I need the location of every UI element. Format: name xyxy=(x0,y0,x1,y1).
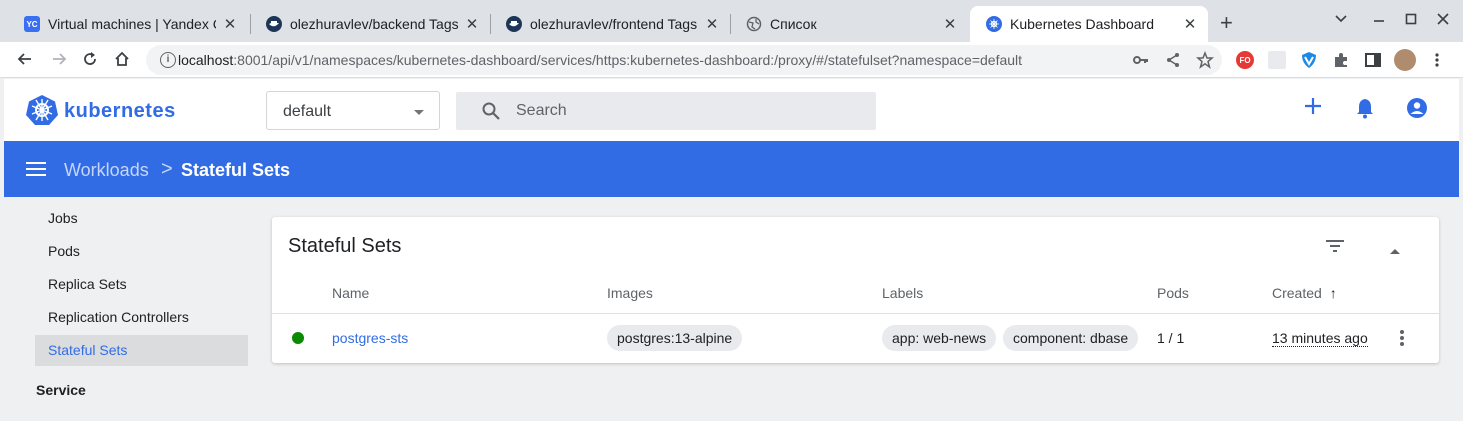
minimize-icon[interactable] xyxy=(1372,12,1386,30)
browser-tab-list[interactable]: Список ✕ xyxy=(730,6,968,42)
created-time: 13 minutes ago xyxy=(1272,330,1368,347)
toolbar-breadcrumb: Workloads > Stateful Sets xyxy=(4,141,1459,197)
star-icon[interactable] xyxy=(1196,50,1214,73)
table-divider xyxy=(272,313,1439,314)
label-chip: component: dbase xyxy=(1003,325,1139,351)
sidebar-item-replication-controllers[interactable]: Replication Controllers xyxy=(35,302,248,333)
browser-tab-backend[interactable]: olezhuravlev/backend Tags | ✕ xyxy=(250,6,490,42)
close-icon[interactable]: ✕ xyxy=(942,15,958,33)
puzzle-icon[interactable] xyxy=(1332,51,1350,69)
extension-badge: FO xyxy=(1239,55,1251,65)
info-icon[interactable]: i xyxy=(160,52,176,68)
chevron-down-icon[interactable] xyxy=(1334,12,1348,30)
statefulset-name-link[interactable]: postgres-sts xyxy=(332,330,408,346)
browser-tab-yandex[interactable]: YC Virtual machines | Yandex Co ✕ xyxy=(8,6,248,42)
search-input[interactable] xyxy=(516,92,856,130)
reload-icon[interactable] xyxy=(81,50,99,72)
close-icon[interactable]: ✕ xyxy=(1182,15,1198,33)
image-chip: postgres:13-alpine xyxy=(607,325,743,351)
kubernetes-icon xyxy=(986,16,1002,32)
tab-title: Virtual machines | Yandex Co xyxy=(48,16,216,32)
browser-tab-frontend[interactable]: olezhuravlev/frontend Tags | ✕ xyxy=(490,6,730,42)
kubernetes-logo-icon[interactable] xyxy=(26,94,58,131)
tab-title: olezhuravlev/backend Tags | xyxy=(290,16,458,32)
share-icon[interactable] xyxy=(1164,51,1182,73)
pods-count: 1 / 1 xyxy=(1157,330,1185,346)
avatar[interactable] xyxy=(1394,49,1416,71)
url-path: :8001/api/v1/namespaces/kubernetes-dashb… xyxy=(233,52,1023,68)
bell-icon[interactable] xyxy=(1355,97,1375,124)
docker-icon xyxy=(266,16,282,32)
sidebar: Jobs Pods Replica Sets Replication Contr… xyxy=(4,197,256,417)
sidebar-item-replica-sets[interactable]: Replica Sets xyxy=(35,269,248,300)
key-icon[interactable] xyxy=(1132,51,1150,73)
shield-icon[interactable] xyxy=(1300,51,1318,69)
stateful-sets-card: Stateful Sets Name Images Labels Pods Cr… xyxy=(272,217,1439,363)
account-icon[interactable] xyxy=(1406,97,1428,124)
maximize-icon[interactable] xyxy=(1404,12,1418,30)
back-icon[interactable] xyxy=(16,50,34,72)
browser-tab-kubernetes[interactable]: Kubernetes Dashboard ✕ xyxy=(970,6,1208,42)
sidebar-item-pods[interactable]: Pods xyxy=(35,236,248,267)
close-icon[interactable]: ✕ xyxy=(704,15,720,33)
new-tab-icon[interactable]: + xyxy=(1220,12,1233,34)
search-icon xyxy=(482,102,500,125)
tab-title: olezhuravlev/frontend Tags | xyxy=(530,16,698,32)
created-label: Created xyxy=(1272,285,1322,301)
label-chip: app: web-news xyxy=(882,325,997,351)
collapse-icon[interactable] xyxy=(1389,242,1401,260)
breadcrumb-workloads[interactable]: Workloads xyxy=(64,160,149,181)
home-icon[interactable] xyxy=(113,50,131,72)
row-actions-menu-icon[interactable] xyxy=(1400,330,1406,348)
sidebar-item-jobs[interactable]: Jobs xyxy=(35,203,248,234)
filter-icon[interactable] xyxy=(1325,239,1345,258)
sort-arrow-up-icon: ↑ xyxy=(1329,285,1337,301)
side-panel-icon[interactable] xyxy=(1364,51,1382,69)
address-bar-url[interactable]: localhost:8001/api/v1/namespaces/kuberne… xyxy=(178,52,1022,68)
forward-icon[interactable] xyxy=(50,50,68,72)
logo-text[interactable]: kubernetes xyxy=(64,100,176,123)
tab-title: Kubernetes Dashboard xyxy=(1010,16,1154,32)
app-header: kubernetes default xyxy=(4,79,1459,141)
status-running-icon xyxy=(292,332,304,344)
globe-icon xyxy=(746,16,762,32)
search-box[interactable] xyxy=(456,92,876,130)
namespace-value: default xyxy=(283,103,332,120)
page-title: Stateful Sets xyxy=(181,160,291,180)
hamburger-menu-icon[interactable] xyxy=(26,161,46,182)
add-icon[interactable] xyxy=(1304,97,1322,120)
close-icon[interactable]: ✕ xyxy=(464,15,480,33)
close-icon[interactable]: ✕ xyxy=(222,15,238,33)
browser-tab-strip: YC Virtual machines | Yandex Co ✕ olezhu… xyxy=(0,0,1463,42)
extension-fo-icon[interactable]: FO xyxy=(1236,51,1254,69)
window-close-icon[interactable] xyxy=(1436,12,1450,30)
column-header-name[interactable]: Name xyxy=(332,285,369,301)
column-header-labels: Labels xyxy=(882,285,924,301)
sidebar-section-service[interactable]: Service xyxy=(36,382,86,398)
breadcrumb-separator: > xyxy=(161,158,173,180)
yandex-cloud-icon: YC xyxy=(24,16,40,32)
menu-dots-icon[interactable] xyxy=(1428,51,1446,69)
column-header-created[interactable]: Created ↑ xyxy=(1272,285,1337,301)
sidebar-item-stateful-sets[interactable]: Stateful Sets xyxy=(35,335,248,366)
card-title: Stateful Sets xyxy=(288,235,402,257)
extension-grid-icon[interactable] xyxy=(1268,51,1286,69)
docker-icon xyxy=(506,16,522,32)
address-bar[interactable]: i localhost:8001/api/v1/namespaces/kuber… xyxy=(146,45,1222,75)
dropdown-arrow-icon xyxy=(414,110,424,115)
column-header-images: Images xyxy=(607,285,653,301)
browser-toolbar: i localhost:8001/api/v1/namespaces/kuber… xyxy=(0,42,1463,78)
tab-title: Список xyxy=(770,16,817,32)
namespace-select[interactable]: default xyxy=(266,91,440,130)
url-host: localhost xyxy=(178,52,234,68)
column-header-pods: Pods xyxy=(1157,285,1189,301)
